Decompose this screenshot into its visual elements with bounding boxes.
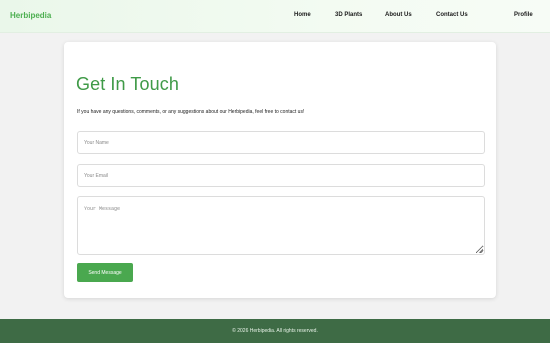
nav-home-link[interactable]: Home <box>294 12 311 18</box>
name-input[interactable] <box>77 131 485 154</box>
navbar: Herbipedia Home 3D Plants About Us Conta… <box>0 0 550 33</box>
nav-3d-plants-link[interactable]: 3D Plants <box>335 12 362 18</box>
nav-contact-us-link[interactable]: Contact Us <box>436 12 468 18</box>
message-textarea[interactable] <box>77 196 485 255</box>
nav-about-us-link[interactable]: About Us <box>385 12 412 18</box>
resize-grip-icon[interactable] <box>478 248 483 253</box>
contact-intro-text: If you have any questions, comments, or … <box>77 109 305 115</box>
brand-logo-link[interactable]: Herbipedia <box>10 11 51 20</box>
contact-title: Get In Touch <box>76 74 179 94</box>
footer: © 2026 Herbipedia. All rights reserved. <box>0 319 550 343</box>
contact-card: Get In Touch If you have any questions, … <box>64 42 496 298</box>
nav-profile-link[interactable]: Profile <box>514 12 533 18</box>
send-message-button[interactable]: Send Message <box>77 263 133 282</box>
footer-copyright-text: © 2026 Herbipedia. All rights reserved. <box>232 328 318 334</box>
email-input[interactable] <box>77 164 485 187</box>
